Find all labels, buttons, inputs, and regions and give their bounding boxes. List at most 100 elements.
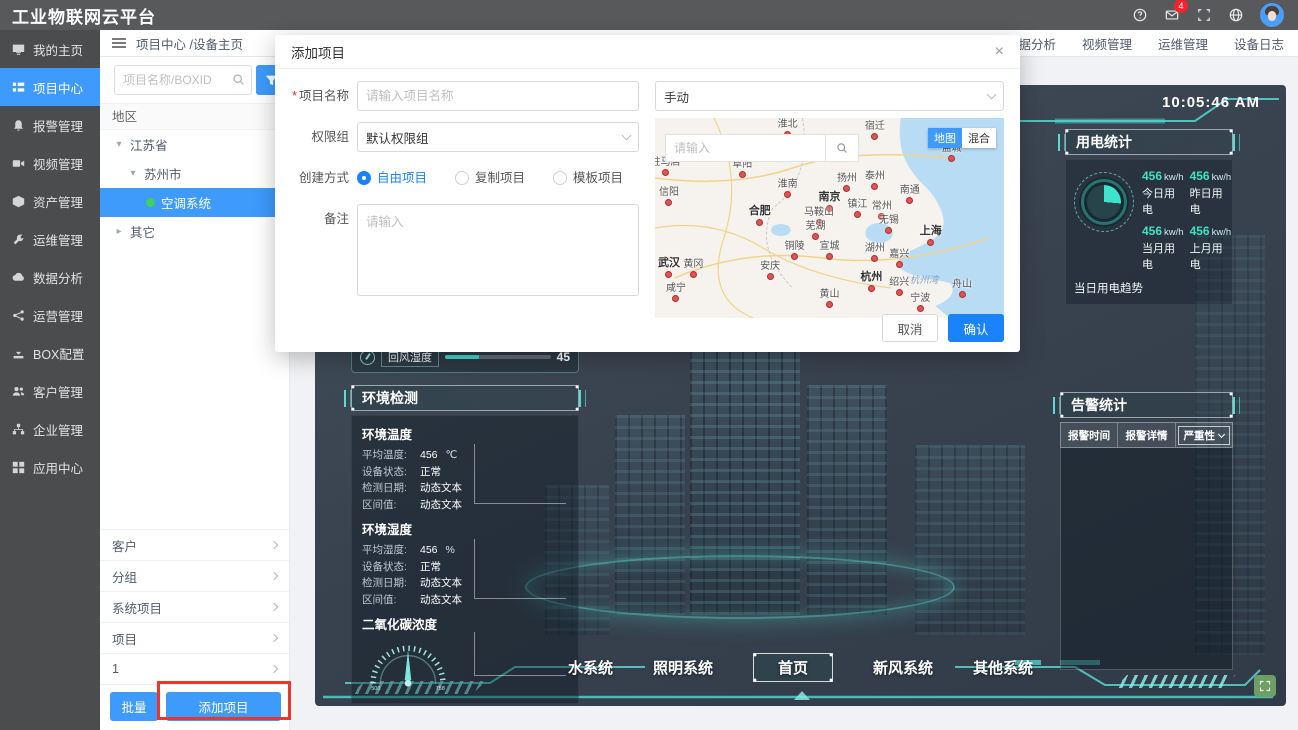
tab-indicator-triangle — [794, 691, 810, 700]
map-city-label: 镇江 — [847, 195, 867, 218]
collapse-icon[interactable]: ▸ — [114, 226, 124, 237]
map-city-label: 嘉兴 — [889, 245, 909, 268]
topnav-item-ops[interactable]: 运维管理 — [1158, 34, 1208, 53]
map-search-button[interactable] — [825, 134, 859, 162]
location-mode-select[interactable]: 手动 — [655, 81, 1004, 111]
sidebar-item-analytics[interactable]: 数据分析 — [0, 258, 100, 296]
sidebar-item-video[interactable]: 视频管理 — [0, 144, 100, 182]
expand-icon[interactable]: ▾ — [128, 168, 138, 179]
batch-button[interactable]: 批量 — [110, 692, 158, 721]
header-actions: 4 — [1132, 3, 1298, 27]
menu-icon[interactable] — [112, 38, 126, 48]
tab-other-system[interactable]: 其他系统 — [973, 657, 1033, 678]
map-city-label: 合肥 — [749, 202, 771, 226]
map-city-label: 咸宁 — [666, 279, 686, 302]
sidebar-item-customers[interactable]: 客户管理 — [0, 372, 100, 410]
map-search-input[interactable] — [665, 134, 825, 162]
col-alarm-time: 报警时间 — [1061, 423, 1118, 447]
environment-panel-title: 环境检测 — [351, 385, 579, 411]
mail-icon[interactable]: 4 — [1164, 7, 1180, 23]
stat-last-month: 456kw/h 上月用电 — [1190, 223, 1232, 272]
user-avatar[interactable] — [1260, 3, 1284, 27]
map-city-label: 黄冈 — [683, 255, 703, 278]
toggle-hybrid-view[interactable]: 混合 — [962, 128, 996, 148]
tab-lighting-system[interactable]: 照明系统 — [653, 657, 713, 678]
radio-copy-project[interactable]: 复制项目 — [455, 163, 525, 193]
tree-node-other[interactable]: ▸ 其它 — [100, 217, 289, 246]
globe-icon[interactable] — [1228, 7, 1244, 23]
env-humidity-section: 环境湿度 平均湿度:456% 设备状态:正常 检测日期:动态文本 区间值:动态文… — [362, 519, 568, 608]
map-city-label: 宣城 — [820, 237, 840, 260]
confirm-button[interactable]: 确认 — [948, 314, 1004, 342]
help-icon[interactable] — [1132, 7, 1148, 23]
add-project-button[interactable]: 添加项目 — [166, 692, 281, 721]
tab-home[interactable]: 首页 — [753, 653, 833, 682]
radio-template-project[interactable]: 模板项目 — [553, 163, 623, 193]
radio-free-project[interactable]: 自由项目 — [357, 163, 427, 193]
cloud-icon — [12, 271, 25, 284]
video-icon — [12, 157, 25, 170]
box-icon — [12, 195, 25, 208]
sidebar-item-box-config[interactable]: BOX配置 — [0, 334, 100, 372]
search-icon[interactable] — [232, 73, 245, 86]
sidebar-item-assets[interactable]: 资产管理 — [0, 182, 100, 220]
add-project-modal: 添加项目 × *项目名称 权限组 默认权限组 创建方式 自由项目 复制项目 — [275, 35, 1020, 352]
search-box — [114, 65, 252, 95]
tab-fresh-air-system[interactable]: 新风系统 — [873, 657, 933, 678]
radio-icon — [357, 171, 371, 185]
dashboard-fullscreen-button[interactable] — [1254, 675, 1276, 697]
map-city-label: 泰州 — [865, 167, 885, 190]
tab-water-system[interactable]: 水系统 — [568, 657, 613, 678]
expand-icon[interactable]: ▾ — [114, 139, 124, 150]
fullscreen-icon[interactable] — [1196, 7, 1212, 23]
topnav-item-video[interactable]: 视频管理 — [1082, 34, 1132, 53]
link-project[interactable]: 项目 — [100, 622, 289, 653]
remark-textarea[interactable] — [357, 204, 639, 296]
list-icon — [12, 81, 25, 94]
sidebar-item-operation[interactable]: 运营管理 — [0, 296, 100, 334]
sidebar: 我的主页 项目中心 报警管理 视频管理 资产管理 运维管理 数据分析 运营管理 … — [0, 30, 100, 730]
permission-group-select[interactable]: 默认权限组 — [357, 122, 639, 152]
link-customer[interactable]: 客户 — [100, 529, 289, 560]
download-icon — [12, 347, 25, 360]
alarm-stats-panel: 告警统计 报警时间 报警详情 严重性 — [1060, 392, 1233, 670]
link-system-project[interactable]: 系统项目 — [100, 591, 289, 622]
mail-badge: 4 — [1174, 0, 1188, 13]
modal-body: *项目名称 权限组 默认权限组 创建方式 自由项目 复制项目 模板项目 备注 — [275, 69, 1020, 296]
sidebar-item-apps[interactable]: 应用中心 — [0, 448, 100, 486]
tree-node-jiangsu[interactable]: ▾ 江苏省 — [100, 130, 289, 159]
tree-node-ac-system[interactable]: 空调系统 — [100, 188, 289, 217]
project-name-input[interactable] — [357, 81, 639, 111]
cancel-button[interactable]: 取消 — [882, 314, 938, 342]
map-city-label: 宿迁 — [865, 118, 885, 140]
severity-dropdown[interactable]: 严重性 — [1178, 426, 1231, 445]
map-city-label: 淮南 — [778, 175, 798, 198]
toggle-map-view[interactable]: 地图 — [928, 128, 962, 148]
share-icon — [12, 309, 25, 322]
region-header: 地区 — [100, 103, 289, 130]
link-group[interactable]: 分组 — [100, 560, 289, 591]
sidebar-item-ops[interactable]: 运维管理 — [0, 220, 100, 258]
monitor-icon — [12, 43, 25, 56]
topnav-item-device-log[interactable]: 设备日志 — [1234, 34, 1284, 53]
power-panel-title: 用电统计 — [1065, 129, 1233, 155]
map-city-label: 上海 — [920, 222, 942, 246]
radio-icon — [455, 171, 469, 185]
sidebar-item-alarms[interactable]: 报警管理 — [0, 106, 100, 144]
sidebar-item-home[interactable]: 我的主页 — [0, 30, 100, 68]
close-icon[interactable]: × — [995, 44, 1004, 60]
gauge-min-label: 500 — [371, 686, 380, 691]
chevron-down-icon — [622, 130, 632, 140]
map-city-label: 黄山 — [820, 285, 840, 308]
link-1[interactable]: 1 — [100, 653, 289, 684]
stat-this-month: 456kw/h 当月用电 — [1142, 223, 1184, 272]
power-panel-body: 456kw/h 今日用电 456kw/h 昨日用电 456kw/h 当月用电 4… — [1065, 159, 1233, 305]
col-severity: 严重性 — [1176, 423, 1232, 447]
chevron-right-icon — [270, 541, 278, 549]
modal-header: 添加项目 × — [275, 35, 1020, 69]
sidebar-item-projects[interactable]: 项目中心 — [0, 68, 100, 106]
map-city-label: 武汉 — [658, 254, 680, 278]
tree-node-suzhou[interactable]: ▾ 苏州市 — [100, 159, 289, 188]
sidebar-item-enterprise[interactable]: 企业管理 — [0, 410, 100, 448]
location-map[interactable]: 淮北宿迁盐城驻马店阜阳淮南信阳扬州泰州南通南京镇江常州合肥马鞍山无锡芜湖上海铜陵… — [655, 118, 1004, 318]
